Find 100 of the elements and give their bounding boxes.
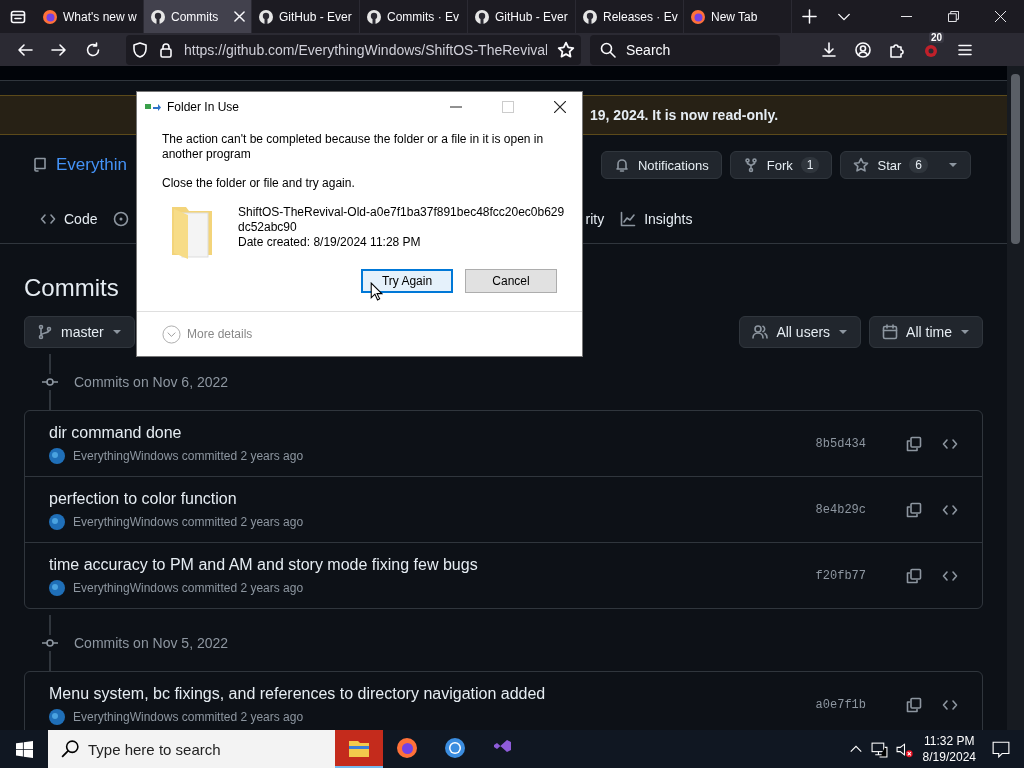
github-icon (366, 8, 382, 25)
speaker-muted-icon[interactable] (895, 740, 913, 758)
repo-title-link[interactable]: Everythin (56, 155, 127, 175)
repo-nav-tab[interactable]: rity (585, 211, 605, 227)
group-date-heading: Commits on Nov 5, 2022 (74, 635, 229, 651)
commit-message-link[interactable]: time accuracy to PM and AM and story mode fixing few bugs (49, 555, 816, 574)
commit-byline: EverythingWindows committed 2 years ago (73, 580, 304, 595)
avatar-icon (49, 447, 65, 464)
dialog-instruction: Close the folder or file and try again. (162, 176, 356, 191)
dialog-button[interactable]: Try Again (361, 269, 453, 293)
circle-dot-icon[interactable] (113, 211, 130, 227)
firefox-icon (690, 8, 706, 25)
repo-action-button[interactable]: Notifications (600, 151, 722, 179)
filter-dropdown[interactable]: All users (739, 316, 862, 348)
repo-action-button[interactable]: Star 6 (840, 151, 971, 179)
copy-icon[interactable] (906, 501, 922, 518)
page-heading: Commits (24, 274, 119, 303)
caret-icon[interactable] (948, 160, 958, 170)
account-icon[interactable] (855, 41, 871, 58)
folder-move-icon (145, 101, 161, 113)
restore-icon[interactable] (948, 11, 959, 22)
dialog-message: The action can't be completed because the folder or a file in it is open in another program (162, 132, 545, 162)
lock-icon (158, 41, 174, 58)
repo-nav-tab[interactable]: Insights (620, 211, 693, 227)
repo-nav-tab[interactable]: Code (40, 211, 98, 227)
browser-tab[interactable]: Commits (144, 0, 252, 33)
tab-list-icon[interactable] (10, 8, 26, 25)
download-icon[interactable] (821, 41, 837, 58)
avatar-icon (49, 579, 65, 596)
firefox-icon (42, 8, 58, 25)
count-badge: 1 (800, 157, 820, 173)
search-icon (600, 41, 616, 58)
more-details-toggle[interactable]: More details (162, 324, 253, 344)
search-icon (61, 740, 79, 758)
github-icon (582, 8, 598, 25)
dialog-title: Folder In Use (167, 100, 240, 114)
caret-icon (960, 327, 970, 337)
caret-icon (838, 327, 849, 337)
network-icon[interactable] (870, 740, 888, 758)
branch-selector[interactable]: master (24, 316, 135, 348)
commit-byline: EverythingWindows committed 2 years ago (73, 709, 304, 724)
notification-icon[interactable] (992, 740, 1010, 758)
calendar-icon (882, 324, 899, 340)
code-icon (40, 211, 56, 227)
branch-icon (37, 324, 53, 340)
url-text: https://github.com/EverythingWindows/ShiftOS-TheRevival (184, 41, 547, 58)
copy-icon[interactable] (906, 435, 922, 452)
taskbar-search-field[interactable]: Type here to search (48, 730, 335, 768)
graph-icon (620, 211, 637, 227)
repo-action-button[interactable]: Fork 1 (729, 151, 833, 179)
commit-sha-link[interactable]: 8e4b29c (815, 502, 866, 517)
commit-byline: EverythingWindows committed 2 years ago (73, 448, 304, 463)
group-date-heading: Commits on Nov 6, 2022 (74, 374, 229, 390)
commit-message-link[interactable]: Menu system, bc fixings, and references to directory navigation added (49, 684, 816, 703)
copy-icon[interactable] (906, 696, 922, 713)
clock-date[interactable]: 8/19/2024 (922, 749, 976, 765)
windows-start-icon[interactable] (16, 740, 33, 758)
file-date: Date created: 8/19/2024 11:28 PM (238, 235, 422, 250)
notification-badge: 20 (929, 31, 945, 43)
forward-arrow-icon[interactable] (51, 41, 67, 58)
commit-sha-link[interactable]: 8b5d434 (815, 436, 866, 451)
clock-time[interactable]: 11:32 PM (924, 733, 975, 749)
commit-byline: EverythingWindows committed 2 years ago (73, 514, 304, 529)
caret-icon (111, 327, 122, 337)
scrollbar-thumb[interactable] (1011, 74, 1020, 244)
avatar-icon (49, 708, 65, 725)
banner-text: 19, 2024. It is now read-only. (590, 107, 779, 123)
github-icon (150, 8, 166, 25)
star-icon (853, 157, 870, 173)
firefox-icon (395, 736, 419, 760)
commit-message-link[interactable]: perfection to color function (49, 489, 816, 508)
bell-icon (613, 157, 630, 173)
plus-icon[interactable] (802, 9, 817, 24)
fork-icon (742, 157, 759, 173)
commit-message-link[interactable]: dir command done (49, 423, 816, 442)
commit-sha-link[interactable]: a0e7f1b (815, 697, 866, 712)
repo-book-icon (32, 157, 48, 173)
dialog-button[interactable]: Cancel (465, 269, 557, 293)
chevron-circle-icon (162, 324, 181, 344)
star-icon[interactable] (557, 40, 575, 59)
count-badge: 6 (909, 157, 928, 173)
close-icon[interactable] (554, 101, 566, 113)
copy-icon[interactable] (906, 567, 922, 584)
filter-dropdown[interactable]: All time (869, 316, 983, 348)
browser-circle-icon (443, 736, 467, 760)
file-name: ShiftOS-TheRevival-Old-a0e7f1ba37f891bec48fcc20ec0b629dc52abc90 (238, 205, 566, 235)
maximize-icon (502, 101, 514, 113)
avatar-icon (49, 513, 65, 530)
github-icon (258, 8, 274, 25)
back-arrow-icon[interactable] (17, 41, 33, 58)
shield-icon (132, 41, 148, 58)
search-field[interactable]: Search (590, 34, 780, 65)
github-icon (474, 8, 490, 25)
puzzle-piece-icon[interactable] (889, 41, 905, 58)
address-bar[interactable]: https://github.com/EverythingWindows/ShiftOS-TheRevival (126, 34, 581, 65)
people-icon (752, 324, 769, 340)
reload-icon[interactable] (85, 41, 101, 58)
commit-sha-link[interactable]: f20fb77 (815, 568, 866, 583)
scrollbar[interactable] (1007, 66, 1024, 730)
mouse-cursor-icon (370, 282, 383, 301)
